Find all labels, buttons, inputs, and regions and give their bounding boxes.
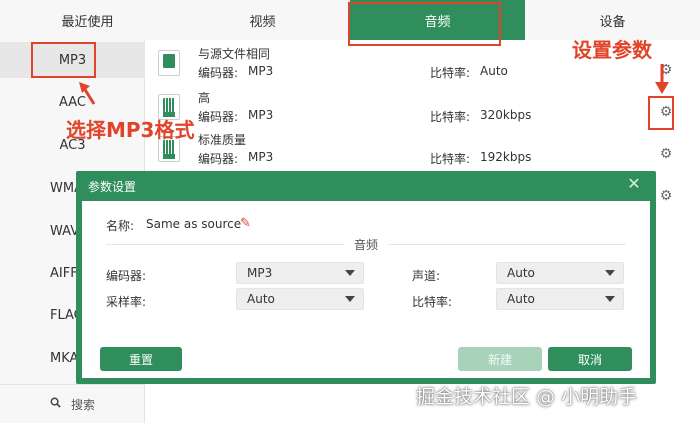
annotation-box-mp3 xyxy=(31,42,96,78)
annotation-box-gear xyxy=(648,96,674,130)
bitrate-label: 比特率: xyxy=(412,295,453,309)
chevron-down-icon xyxy=(605,296,615,302)
format-label: WAV xyxy=(50,223,80,239)
chevron-down-icon xyxy=(605,270,615,276)
preset-encoder-value: MP3 xyxy=(248,150,274,164)
channel-select-value: Auto xyxy=(507,266,535,280)
name-value[interactable]: Same as source xyxy=(146,217,241,231)
format-label: AIFF xyxy=(50,265,78,281)
encoder-select[interactable]: MP3 xyxy=(236,262,364,284)
channel-select[interactable]: Auto xyxy=(496,262,624,284)
preset-row[interactable]: 标准质量 编码器: MP3 比特率: 192kbps ⚙ xyxy=(146,128,700,170)
parameter-dialog: 参数设置 ✕ 名称: Same as source ✎ 音频 编码器: MP3 … xyxy=(76,171,656,384)
dialog-title: 参数设置 xyxy=(88,180,137,194)
chevron-down-icon xyxy=(345,270,355,276)
cancel-button-label: 取消 xyxy=(577,352,602,367)
bitrate-select-value: Auto xyxy=(507,292,535,306)
preset-bitrate-label: 比特率: xyxy=(430,152,471,166)
format-search[interactable]: 搜索 xyxy=(0,384,145,423)
annotation-arrow-icon xyxy=(655,64,669,94)
annotation-arrow-icon xyxy=(79,82,96,105)
tab-device-label: 设备 xyxy=(599,14,626,30)
encoder-select-value: MP3 xyxy=(247,266,273,280)
preset-row[interactable]: 高 编码器: MP3 比特率: 320kbps ⚙ xyxy=(146,86,700,128)
samplerate-label: 采样率: xyxy=(106,295,147,309)
tab-recent-label: 最近使用 xyxy=(61,14,114,30)
preset-name: 高 xyxy=(198,91,211,105)
samplerate-select-value: Auto xyxy=(247,292,275,306)
audio-section-header: 音频 xyxy=(106,237,627,252)
dialog-body: 名称: Same as source ✎ 音频 编码器: MP3 声道: Aut… xyxy=(82,201,650,378)
preset-encoder-value: MP3 xyxy=(248,64,274,78)
pencil-icon[interactable]: ✎ xyxy=(240,217,254,231)
preset-encoder-value: MP3 xyxy=(248,108,274,122)
preset-bitrate-value: 192kbps xyxy=(480,150,532,164)
preset-bitrate-value: Auto xyxy=(480,64,508,78)
encoder-label: 编码器: xyxy=(106,269,147,283)
chevron-down-icon xyxy=(345,296,355,302)
reset-button[interactable]: 重置 xyxy=(100,347,182,371)
close-icon[interactable]: ✕ xyxy=(624,174,644,194)
format-label: MKA xyxy=(50,350,79,366)
search-label: 搜索 xyxy=(71,397,96,412)
gear-icon[interactable]: ⚙ xyxy=(658,146,674,162)
bitrate-select[interactable]: Auto xyxy=(496,288,624,310)
search-icon xyxy=(50,397,61,411)
samplerate-select[interactable]: Auto xyxy=(236,288,364,310)
audio-section-title: 音频 xyxy=(354,237,379,252)
preset-name: 与源文件相同 xyxy=(198,47,271,61)
annotation-box-audio-tab xyxy=(348,2,501,46)
preset-bitrate-label: 比特率: xyxy=(430,110,471,124)
preset-encoder-label: 编码器: xyxy=(198,152,239,166)
new-button[interactable]: 新建 xyxy=(458,347,542,371)
annotation-select-mp3: 选择MP3格式 xyxy=(66,118,195,142)
tab-recent[interactable]: 最近使用 xyxy=(0,0,175,40)
name-label: 名称: xyxy=(106,219,135,233)
watermark: 掘金技术社区 @ 小明助手 xyxy=(416,386,638,408)
cancel-button[interactable]: 取消 xyxy=(548,347,632,371)
file-icon xyxy=(158,50,180,76)
preset-encoder-label: 编码器: xyxy=(198,110,239,124)
preset-name: 标准质量 xyxy=(198,133,247,147)
gear-icon[interactable]: ⚙ xyxy=(658,188,674,204)
tab-video-label: 视频 xyxy=(249,14,276,30)
preset-bitrate-label: 比特率: xyxy=(430,66,471,80)
new-button-label: 新建 xyxy=(487,352,512,367)
preset-bitrate-value: 320kbps xyxy=(480,108,532,122)
reset-button-label: 重置 xyxy=(128,352,153,367)
preset-encoder-label: 编码器: xyxy=(198,66,239,80)
channel-label: 声道: xyxy=(412,269,441,283)
tab-video[interactable]: 视频 xyxy=(175,0,350,40)
annotation-set-params: 设置参数 xyxy=(572,38,652,62)
